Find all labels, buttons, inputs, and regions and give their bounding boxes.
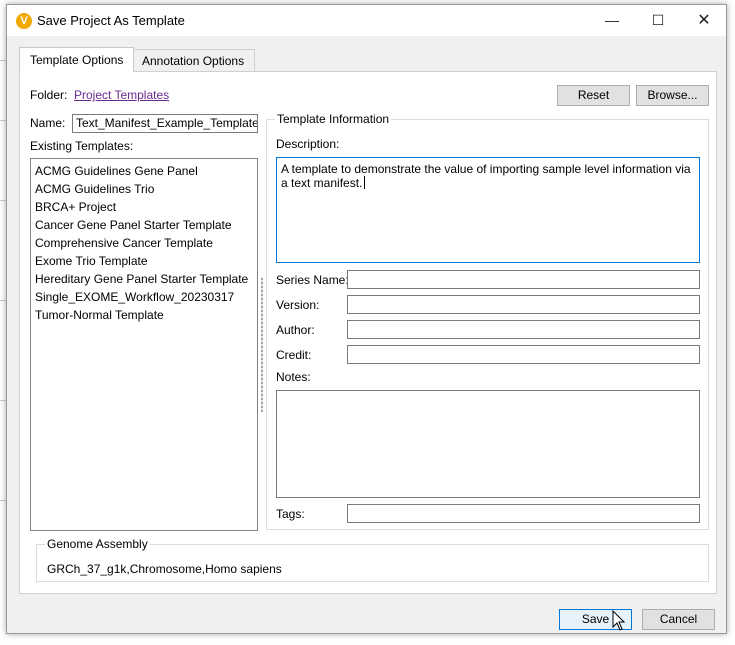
- close-button[interactable]: ✕: [681, 5, 727, 36]
- notes-label: Notes:: [276, 370, 311, 384]
- description-label: Description:: [276, 137, 340, 151]
- template-information-group: Template Information Description: A temp…: [266, 112, 709, 530]
- tags-label: Tags:: [276, 507, 305, 521]
- list-item[interactable]: BRCA+ Project: [35, 198, 253, 216]
- notes-textarea[interactable]: [276, 390, 700, 498]
- description-textarea[interactable]: A template to demonstrate the value of i…: [276, 157, 700, 263]
- tab-annotation-options[interactable]: Annotation Options: [131, 49, 256, 71]
- folder-link[interactable]: Project Templates: [74, 88, 169, 102]
- series-name-label: Series Name:: [276, 273, 349, 287]
- list-item[interactable]: Hereditary Gene Panel Starter Template: [35, 270, 253, 288]
- list-item[interactable]: Tumor-Normal Template: [35, 306, 253, 324]
- browse-button[interactable]: Browse...: [636, 85, 709, 106]
- list-item[interactable]: Cancer Gene Panel Starter Template: [35, 216, 253, 234]
- template-options-panel: Folder: Project Templates Reset Browse..…: [19, 71, 717, 594]
- maximize-button[interactable]: ☐: [635, 5, 681, 36]
- description-text: A template to demonstrate the value of i…: [281, 162, 691, 190]
- credit-label: Credit:: [276, 348, 312, 362]
- genome-assembly-value: GRCh_37_g1k,Chromosome,Homo sapiens: [47, 562, 282, 576]
- list-item[interactable]: ACMG Guidelines Gene Panel: [35, 162, 253, 180]
- name-input[interactable]: Text_Manifest_Example_Template: [72, 114, 258, 133]
- version-input[interactable]: [347, 295, 700, 314]
- list-item[interactable]: Single_EXOME_Workflow_20230317: [35, 288, 253, 306]
- window-title: Save Project As Template: [37, 13, 185, 28]
- template-information-title: Template Information: [275, 112, 392, 126]
- mouse-cursor-icon: [612, 610, 626, 631]
- folder-label: Folder:: [30, 88, 68, 102]
- version-label: Version:: [276, 298, 320, 312]
- reset-button[interactable]: Reset: [557, 85, 630, 106]
- tags-input[interactable]: [347, 504, 700, 523]
- series-name-input[interactable]: [347, 270, 700, 289]
- text-caret: [364, 176, 366, 189]
- genome-assembly-group: Genome Assembly GRCh_37_g1k,Chromosome,H…: [36, 537, 709, 582]
- name-label: Name:: [30, 116, 66, 130]
- app-logo-icon: V: [16, 13, 32, 29]
- genome-assembly-title: Genome Assembly: [45, 537, 150, 551]
- existing-templates-list[interactable]: ACMG Guidelines Gene Panel ACMG Guidelin…: [30, 158, 258, 531]
- credit-input[interactable]: [347, 345, 700, 364]
- author-input[interactable]: [347, 320, 700, 339]
- save-template-dialog: V Save Project As Template — ☐ ✕ Templat…: [6, 4, 727, 634]
- tab-template-options[interactable]: Template Options: [19, 47, 135, 72]
- minimize-button[interactable]: —: [589, 5, 635, 36]
- list-item[interactable]: ACMG Guidelines Trio: [35, 180, 253, 198]
- existing-templates-label: Existing Templates:: [30, 139, 134, 153]
- title-bar: V Save Project As Template — ☐ ✕: [7, 5, 726, 36]
- cancel-button[interactable]: Cancel: [642, 609, 715, 630]
- author-label: Author:: [276, 323, 315, 337]
- list-item[interactable]: Exome Trio Template: [35, 252, 253, 270]
- list-item[interactable]: Comprehensive Cancer Template: [35, 234, 253, 252]
- splitter-handle[interactable]: [261, 277, 263, 412]
